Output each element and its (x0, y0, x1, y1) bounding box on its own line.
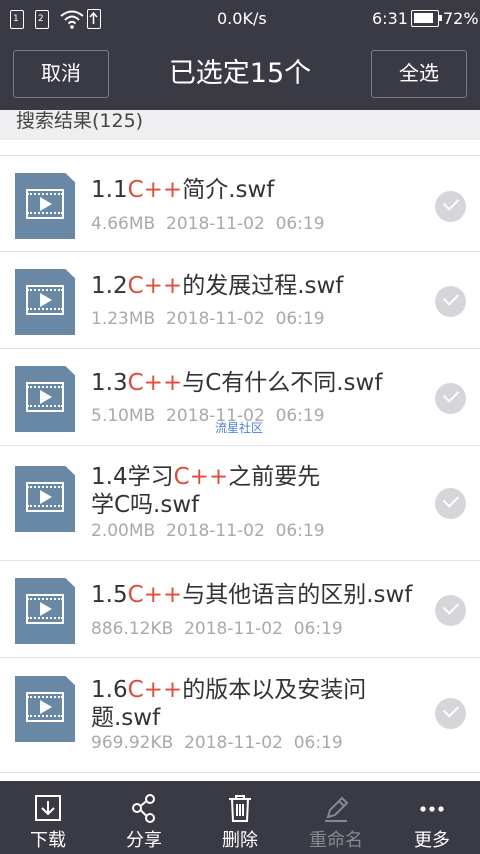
checked-icon[interactable] (435, 595, 466, 626)
list-item[interactable]: 1.5C++与其他语言的区别.swf 886.12KB 2018-11-02 0… (0, 560, 480, 657)
page-title: 已选定15个 (168, 58, 312, 89)
pencil-icon (325, 796, 349, 822)
file-meta: 5.10MB 2018-11-02 06:19 (91, 406, 325, 426)
status-bar: 1 2 0.0K/s 6:31 72% (0, 0, 480, 38)
list-item[interactable]: 1.4学习C++之前要先 学C吗.swf 2.00MB 2018-11-02 06… (0, 445, 480, 560)
checked-icon[interactable] (435, 286, 466, 317)
more-icon (420, 806, 444, 812)
upload-icon (87, 9, 101, 29)
download-label: 下载 (30, 830, 66, 851)
file-name: 1.3C++与C有什么不同.swf (91, 370, 383, 396)
download-icon (35, 795, 61, 821)
video-file-icon (15, 466, 75, 532)
video-file-icon (15, 173, 75, 239)
file-name: 1.5C++与其他语言的区别.swf (91, 582, 413, 608)
video-file-icon (15, 676, 75, 742)
trash-icon (229, 795, 251, 822)
file-meta: 969.92KB 2018-11-02 06:19 (91, 733, 343, 753)
file-meta: 1.23MB 2018-11-02 06:19 (91, 309, 325, 329)
network-speed: 0.0K/s (217, 9, 267, 28)
more-button[interactable]: 更多 (384, 781, 480, 854)
checked-icon[interactable] (435, 488, 466, 519)
sim1-icon: 1 (10, 10, 24, 29)
battery-percent: 72% (443, 9, 479, 28)
file-name: 1.4学习C++之前要先 学C吗.swf (91, 464, 321, 518)
checked-icon[interactable] (435, 698, 466, 729)
file-meta: 2.00MB 2018-11-02 06:19 (91, 521, 325, 541)
list-item[interactable]: 1.1C++简介.swf 4.66MB 2018-11-02 06:19 (0, 155, 480, 251)
select-all-button[interactable]: 全选 (371, 50, 467, 98)
video-file-icon (15, 578, 75, 644)
cancel-button[interactable]: 取消 (13, 50, 109, 98)
file-name: 1.2C++的发展过程.swf (91, 273, 344, 299)
share-button[interactable]: 分享 (96, 781, 192, 854)
file-meta: 4.66MB 2018-11-02 06:19 (91, 214, 325, 234)
checked-icon[interactable] (435, 383, 466, 414)
list-item[interactable]: 1.2C++的发展过程.swf 1.23MB 2018-11-02 06:19 (0, 251, 480, 348)
rename-label: 重命名 (309, 830, 363, 851)
rename-button[interactable]: 重命名 (288, 781, 384, 854)
checked-icon[interactable] (435, 191, 466, 222)
battery-icon (411, 10, 442, 27)
wifi-icon (60, 10, 84, 29)
video-file-icon (15, 366, 75, 432)
sim2-number: 2 (38, 14, 44, 24)
file-meta: 886.12KB 2018-11-02 06:19 (91, 619, 343, 639)
share-icon (132, 794, 155, 823)
search-results-count: 搜索结果(125) (0, 110, 480, 140)
clock: 6:31 (372, 9, 408, 28)
selection-header: 取消 已选定15个 全选 (0, 38, 480, 110)
watermark: 流星社区 (215, 421, 264, 435)
bottom-toolbar: 下载 分享 删除 重命名 更多 (0, 781, 480, 854)
delete-label: 删除 (222, 830, 258, 851)
download-button[interactable]: 下载 (0, 781, 96, 854)
file-name: 1.1C++简介.swf (91, 177, 275, 203)
video-file-icon (15, 269, 75, 335)
delete-button[interactable]: 删除 (192, 781, 288, 854)
share-label: 分享 (126, 830, 162, 851)
more-label: 更多 (414, 830, 450, 851)
list-item[interactable]: 1.6C++的版本以及安装问 题.swf 969.92KB 2018-11-02 … (0, 657, 480, 773)
file-name: 1.6C++的版本以及安装问 题.swf (91, 677, 367, 731)
sim1-number: 1 (13, 14, 19, 24)
sim2-icon: 2 (35, 10, 49, 29)
